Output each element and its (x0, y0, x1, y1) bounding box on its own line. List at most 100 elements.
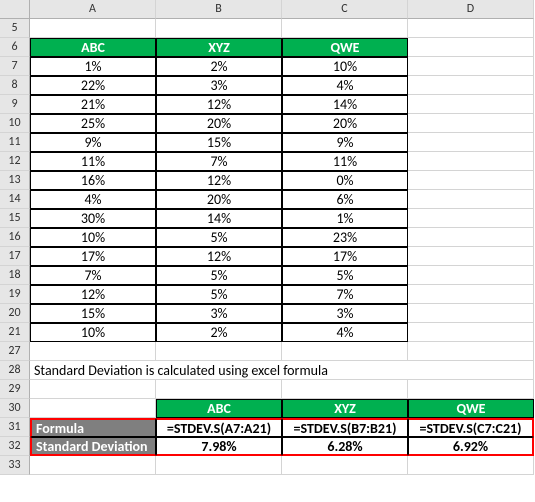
cell[interactable] (408, 342, 534, 361)
cell[interactable] (408, 133, 534, 152)
data-cell[interactable]: 10% (30, 323, 156, 342)
data-cell[interactable]: 21% (30, 95, 156, 114)
data-cell[interactable]: 20% (282, 114, 408, 133)
row-header[interactable]: 29 (0, 380, 30, 399)
data-cell[interactable]: 5% (156, 228, 282, 247)
cell[interactable] (408, 95, 534, 114)
data-cell[interactable]: 16% (30, 171, 156, 190)
data-cell[interactable]: 6% (282, 190, 408, 209)
cell[interactable] (408, 247, 534, 266)
row-header[interactable]: 30 (0, 399, 30, 418)
cell[interactable] (408, 456, 534, 475)
data-cell[interactable]: 17% (30, 247, 156, 266)
select-all-corner[interactable] (0, 0, 30, 19)
cell[interactable] (282, 342, 408, 361)
data-cell[interactable]: 9% (282, 133, 408, 152)
stddev-result[interactable]: 6.92% (408, 437, 534, 456)
formula-label[interactable]: Formula (30, 418, 156, 437)
result-header-abc[interactable]: ABC (156, 399, 282, 418)
row-header[interactable]: 6 (0, 38, 30, 57)
data-cell[interactable]: 11% (282, 152, 408, 171)
row-header[interactable]: 8 (0, 76, 30, 95)
col-header-A[interactable]: A (30, 0, 156, 19)
data-cell[interactable]: 17% (282, 247, 408, 266)
cell[interactable] (30, 342, 156, 361)
row-header[interactable]: 7 (0, 57, 30, 76)
data-cell[interactable]: 25% (30, 114, 156, 133)
row-header[interactable]: 17 (0, 247, 30, 266)
data-cell[interactable]: 14% (156, 209, 282, 228)
data-cell[interactable]: 12% (30, 285, 156, 304)
row-header[interactable]: 19 (0, 285, 30, 304)
cell[interactable] (30, 380, 156, 399)
cell[interactable] (30, 456, 156, 475)
cell[interactable] (408, 380, 534, 399)
data-cell[interactable]: 10% (282, 57, 408, 76)
data-cell[interactable]: 7% (30, 266, 156, 285)
data-cell[interactable]: 9% (30, 133, 156, 152)
cell[interactable] (408, 19, 534, 38)
row-header[interactable]: 14 (0, 190, 30, 209)
cell[interactable] (408, 76, 534, 95)
row-header[interactable]: 33 (0, 456, 30, 475)
data-cell[interactable]: 4% (282, 76, 408, 95)
cell[interactable] (408, 304, 534, 323)
row-header[interactable]: 16 (0, 228, 30, 247)
cell[interactable] (282, 380, 408, 399)
row-header[interactable]: 21 (0, 323, 30, 342)
row-header[interactable]: 9 (0, 95, 30, 114)
cell[interactable] (156, 456, 282, 475)
cell[interactable] (408, 228, 534, 247)
cell[interactable] (408, 152, 534, 171)
data-cell[interactable]: 22% (30, 76, 156, 95)
cell[interactable] (408, 57, 534, 76)
data-cell[interactable]: 15% (30, 304, 156, 323)
cell[interactable] (408, 209, 534, 228)
row-header[interactable]: 13 (0, 171, 30, 190)
data-cell[interactable]: 7% (282, 285, 408, 304)
cell[interactable] (30, 399, 156, 418)
data-cell[interactable]: 3% (156, 76, 282, 95)
cell[interactable] (408, 114, 534, 133)
row-header[interactable]: 27 (0, 342, 30, 361)
data-cell[interactable]: 4% (282, 323, 408, 342)
data-cell[interactable]: 2% (156, 57, 282, 76)
table-header-abc[interactable]: ABC (30, 38, 156, 57)
data-cell[interactable]: 15% (156, 133, 282, 152)
row-header[interactable]: 18 (0, 266, 30, 285)
row-header[interactable]: 11 (0, 133, 30, 152)
cell[interactable] (282, 456, 408, 475)
formula-cell[interactable]: =STDEV.S(C7:C21) (408, 418, 534, 437)
result-header-qwe[interactable]: QWE (408, 399, 534, 418)
data-cell[interactable]: 4% (30, 190, 156, 209)
stddev-label[interactable]: Standard Deviation (30, 437, 156, 456)
data-cell[interactable]: 12% (156, 247, 282, 266)
row-header[interactable]: 28 (0, 361, 30, 380)
data-cell[interactable]: 14% (282, 95, 408, 114)
data-cell[interactable]: 1% (30, 57, 156, 76)
data-cell[interactable]: 20% (156, 114, 282, 133)
row-header[interactable]: 12 (0, 152, 30, 171)
cell[interactable] (156, 19, 282, 38)
stddev-result[interactable]: 7.98% (156, 437, 282, 456)
data-cell[interactable]: 23% (282, 228, 408, 247)
data-cell[interactable]: 30% (30, 209, 156, 228)
cell[interactable] (408, 323, 534, 342)
cell[interactable] (156, 380, 282, 399)
row-header[interactable]: 20 (0, 304, 30, 323)
data-cell[interactable]: 12% (156, 95, 282, 114)
cell[interactable] (408, 285, 534, 304)
row-header[interactable]: 5 (0, 19, 30, 38)
cell[interactable] (156, 342, 282, 361)
cell[interactable] (282, 19, 408, 38)
data-cell[interactable]: 20% (156, 190, 282, 209)
cell[interactable] (30, 19, 156, 38)
table-header-xyz[interactable]: XYZ (156, 38, 282, 57)
data-cell[interactable]: 11% (30, 152, 156, 171)
data-cell[interactable]: 5% (282, 266, 408, 285)
row-header[interactable]: 31 (0, 418, 30, 437)
col-header-C[interactable]: C (282, 0, 408, 19)
row-header[interactable]: 15 (0, 209, 30, 228)
data-cell[interactable]: 12% (156, 171, 282, 190)
col-header-D[interactable]: D (408, 0, 534, 19)
